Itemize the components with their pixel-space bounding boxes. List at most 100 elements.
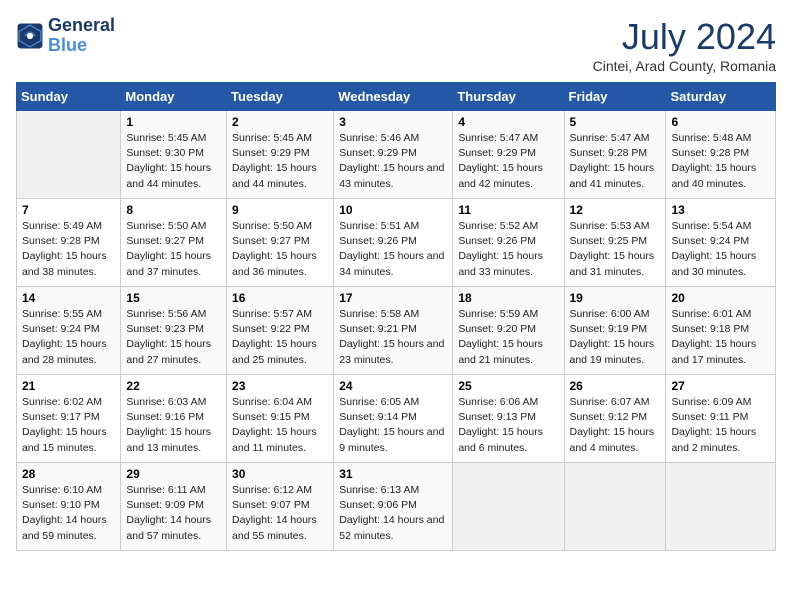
day-number: 9 xyxy=(232,203,328,217)
header-tuesday: Tuesday xyxy=(227,83,334,111)
header-friday: Friday xyxy=(564,83,666,111)
day-number: 16 xyxy=(232,291,328,305)
day-cell: 3Sunrise: 5:46 AMSunset: 9:29 PMDaylight… xyxy=(334,111,453,199)
day-cell: 20 Sunrise: 6:01 AMSunset: 9:18 PMDayligh… xyxy=(666,287,776,375)
day-number: 2 xyxy=(232,115,328,129)
day-number: 30 xyxy=(232,467,328,481)
header-sunday: Sunday xyxy=(17,83,121,111)
day-cell: 10 Sunrise: 5:51 AMSunset: 9:26 PMDayligh… xyxy=(334,199,453,287)
day-info: Sunrise: 5:47 AMSunset: 9:29 PMDaylight:… xyxy=(458,131,558,192)
day-info: Sunrise: 5:46 AMSunset: 9:29 PMDaylight:… xyxy=(339,131,447,192)
day-cell: 21 Sunrise: 6:02 AMSunset: 9:17 PMDayligh… xyxy=(17,375,121,463)
day-cell: 29 Sunrise: 6:11 AMSunset: 9:09 PMDayligh… xyxy=(121,463,227,551)
day-info: Sunrise: 6:13 AMSunset: 9:06 PMDaylight:… xyxy=(339,483,447,544)
day-info: Sunrise: 5:45 AMSunset: 9:30 PMDaylight:… xyxy=(126,131,221,192)
header-monday: Monday xyxy=(121,83,227,111)
day-number: 20 xyxy=(671,291,770,305)
day-info: Sunrise: 5:53 AMSunset: 9:25 PMDaylight:… xyxy=(570,219,661,280)
day-cell: 11 Sunrise: 5:52 AMSunset: 9:26 PMDayligh… xyxy=(453,199,564,287)
day-info: Sunrise: 5:55 AMSunset: 9:24 PMDaylight:… xyxy=(22,307,115,368)
day-info: Sunrise: 6:00 AMSunset: 9:19 PMDaylight:… xyxy=(570,307,661,368)
day-info: Sunrise: 6:10 AMSunset: 9:10 PMDaylight:… xyxy=(22,483,115,544)
day-info: Sunrise: 6:02 AMSunset: 9:17 PMDaylight:… xyxy=(22,395,115,456)
day-info: Sunrise: 6:04 AMSunset: 9:15 PMDaylight:… xyxy=(232,395,328,456)
title-area: July 2024 Cintei, Arad County, Romania xyxy=(593,16,776,74)
day-cell: 23Sunrise: 6:04 AMSunset: 9:15 PMDayligh… xyxy=(227,375,334,463)
header-thursday: Thursday xyxy=(453,83,564,111)
day-cell xyxy=(17,111,121,199)
day-number: 28 xyxy=(22,467,115,481)
day-number: 24 xyxy=(339,379,447,393)
day-cell: 1Sunrise: 5:45 AMSunset: 9:30 PMDaylight… xyxy=(121,111,227,199)
day-info: Sunrise: 6:12 AMSunset: 9:07 PMDaylight:… xyxy=(232,483,328,544)
day-cell: 17Sunrise: 5:58 AMSunset: 9:21 PMDayligh… xyxy=(334,287,453,375)
day-cell: 9Sunrise: 5:50 AMSunset: 9:27 PMDaylight… xyxy=(227,199,334,287)
header-saturday: Saturday xyxy=(666,83,776,111)
day-number: 22 xyxy=(126,379,221,393)
day-info: Sunrise: 6:01 AMSunset: 9:18 PMDaylight:… xyxy=(671,307,770,368)
day-cell xyxy=(564,463,666,551)
logo-line1: General xyxy=(48,15,115,35)
day-number: 18 xyxy=(458,291,558,305)
day-cell: 18 Sunrise: 5:59 AMSunset: 9:20 PMDayligh… xyxy=(453,287,564,375)
day-info: Sunrise: 5:58 AMSunset: 9:21 PMDaylight:… xyxy=(339,307,447,368)
day-cell: 28 Sunrise: 6:10 AMSunset: 9:10 PMDayligh… xyxy=(17,463,121,551)
day-info: Sunrise: 5:59 AMSunset: 9:20 PMDaylight:… xyxy=(458,307,558,368)
day-info: Sunrise: 5:45 AMSunset: 9:29 PMDaylight:… xyxy=(232,131,328,192)
day-info: Sunrise: 5:50 AMSunset: 9:27 PMDaylight:… xyxy=(126,219,221,280)
day-info: Sunrise: 5:51 AMSunset: 9:26 PMDaylight:… xyxy=(339,219,447,280)
day-cell: 25 Sunrise: 6:06 AMSunset: 9:13 PMDayligh… xyxy=(453,375,564,463)
day-number: 21 xyxy=(22,379,115,393)
day-info: Sunrise: 6:06 AMSunset: 9:13 PMDaylight:… xyxy=(458,395,558,456)
day-cell: 19Sunrise: 6:00 AMSunset: 9:19 PMDayligh… xyxy=(564,287,666,375)
day-cell: 2 Sunrise: 5:45 AMSunset: 9:29 PMDaylight… xyxy=(227,111,334,199)
day-cell xyxy=(453,463,564,551)
logo: General Blue xyxy=(16,16,115,56)
week-row-0: 1Sunrise: 5:45 AMSunset: 9:30 PMDaylight… xyxy=(17,111,776,199)
day-info: Sunrise: 5:56 AMSunset: 9:23 PMDaylight:… xyxy=(126,307,221,368)
day-info: Sunrise: 5:54 AMSunset: 9:24 PMDaylight:… xyxy=(671,219,770,280)
day-info: Sunrise: 6:07 AMSunset: 9:12 PMDaylight:… xyxy=(570,395,661,456)
day-cell: 6 Sunrise: 5:48 AMSunset: 9:28 PMDaylight… xyxy=(666,111,776,199)
day-cell: 24 Sunrise: 6:05 AMSunset: 9:14 PMDayligh… xyxy=(334,375,453,463)
location-subtitle: Cintei, Arad County, Romania xyxy=(593,58,776,74)
month-title: July 2024 xyxy=(593,16,776,58)
day-cell: 26 Sunrise: 6:07 AMSunset: 9:12 PMDayligh… xyxy=(564,375,666,463)
day-cell: 16 Sunrise: 5:57 AMSunset: 9:22 PMDayligh… xyxy=(227,287,334,375)
day-info: Sunrise: 6:05 AMSunset: 9:14 PMDaylight:… xyxy=(339,395,447,456)
day-number: 7 xyxy=(22,203,115,217)
day-cell: 5Sunrise: 5:47 AMSunset: 9:28 PMDaylight… xyxy=(564,111,666,199)
day-number: 5 xyxy=(570,115,661,129)
day-number: 11 xyxy=(458,203,558,217)
day-info: Sunrise: 5:49 AMSunset: 9:28 PMDaylight:… xyxy=(22,219,115,280)
week-row-2: 14Sunrise: 5:55 AMSunset: 9:24 PMDayligh… xyxy=(17,287,776,375)
day-number: 26 xyxy=(570,379,661,393)
header-wednesday: Wednesday xyxy=(334,83,453,111)
day-cell: 31Sunrise: 6:13 AMSunset: 9:06 PMDayligh… xyxy=(334,463,453,551)
day-info: Sunrise: 5:48 AMSunset: 9:28 PMDaylight:… xyxy=(671,131,770,192)
week-row-3: 21 Sunrise: 6:02 AMSunset: 9:17 PMDayligh… xyxy=(17,375,776,463)
day-cell: 30 Sunrise: 6:12 AMSunset: 9:07 PMDayligh… xyxy=(227,463,334,551)
day-cell: 7 Sunrise: 5:49 AMSunset: 9:28 PMDaylight… xyxy=(17,199,121,287)
logo-line2: Blue xyxy=(48,35,87,55)
day-info: Sunrise: 5:57 AMSunset: 9:22 PMDaylight:… xyxy=(232,307,328,368)
day-number: 12 xyxy=(570,203,661,217)
day-info: Sunrise: 5:52 AMSunset: 9:26 PMDaylight:… xyxy=(458,219,558,280)
day-number: 6 xyxy=(671,115,770,129)
day-number: 13 xyxy=(671,203,770,217)
day-cell: 15 Sunrise: 5:56 AMSunset: 9:23 PMDayligh… xyxy=(121,287,227,375)
day-info: Sunrise: 6:09 AMSunset: 9:11 PMDaylight:… xyxy=(671,395,770,456)
day-number: 10 xyxy=(339,203,447,217)
day-number: 15 xyxy=(126,291,221,305)
day-cell xyxy=(666,463,776,551)
day-info: Sunrise: 6:11 AMSunset: 9:09 PMDaylight:… xyxy=(126,483,221,544)
day-number: 25 xyxy=(458,379,558,393)
day-number: 29 xyxy=(126,467,221,481)
day-cell: 8 Sunrise: 5:50 AMSunset: 9:27 PMDaylight… xyxy=(121,199,227,287)
day-cell: 4 Sunrise: 5:47 AMSunset: 9:29 PMDaylight… xyxy=(453,111,564,199)
day-cell: 22Sunrise: 6:03 AMSunset: 9:16 PMDayligh… xyxy=(121,375,227,463)
day-cell: 27Sunrise: 6:09 AMSunset: 9:11 PMDayligh… xyxy=(666,375,776,463)
day-number: 8 xyxy=(126,203,221,217)
week-row-1: 7 Sunrise: 5:49 AMSunset: 9:28 PMDaylight… xyxy=(17,199,776,287)
day-number: 4 xyxy=(458,115,558,129)
